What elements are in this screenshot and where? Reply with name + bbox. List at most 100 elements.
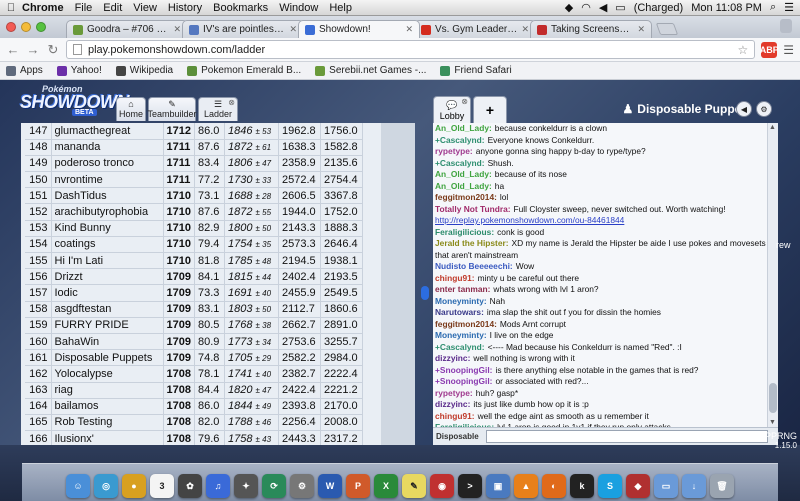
ladder-player-name[interactable]: asgdftestan bbox=[51, 301, 164, 318]
dock-system-prefs-icon[interactable]: ⚙ bbox=[290, 474, 314, 498]
chat-username[interactable]: Jerald the Hipster: bbox=[435, 238, 509, 248]
panel-resize-handle[interactable] bbox=[421, 286, 429, 300]
dock-powerpoint-icon[interactable]: P bbox=[346, 474, 370, 498]
tab-lobby[interactable]: 💬 Lobby ⊗ bbox=[433, 96, 471, 123]
tab-home[interactable]: ⌂ Home bbox=[116, 97, 146, 121]
chat-username[interactable]: Feraligilicious: bbox=[435, 227, 494, 237]
ladder-player-name[interactable]: nvrontime bbox=[51, 171, 164, 189]
spotlight-icon[interactable]: ⌕ bbox=[770, 1, 776, 14]
dock-time-machine-icon[interactable]: ⟳ bbox=[262, 474, 286, 498]
chat-username[interactable]: rypetype: bbox=[435, 146, 473, 156]
close-tab-icon[interactable]: ⊗ bbox=[228, 98, 235, 107]
ladder-player-name[interactable]: Rob Testing bbox=[51, 414, 164, 432]
bookmark-apps[interactable]: Apps bbox=[6, 65, 43, 76]
bookmark-yahoo[interactable]: Yahoo! bbox=[56, 65, 102, 76]
wifi-icon[interactable]: ◠ bbox=[581, 1, 591, 14]
ladder-player-name[interactable]: DashTidus bbox=[51, 187, 164, 205]
ladder-panel[interactable]: 147 glumacthegreat 1712 86.0 1846 ± 53 1962.8… bbox=[21, 123, 415, 445]
bookmark-wikipedia[interactable]: Wikipedia bbox=[115, 65, 173, 76]
menu-help[interactable]: Help bbox=[329, 2, 352, 14]
back-arrow-icon[interactable]: ← bbox=[6, 42, 20, 57]
dock-skype-icon[interactable]: S bbox=[598, 474, 622, 498]
notification-center-icon[interactable]: ☰ bbox=[784, 1, 794, 14]
browser-tab-gym-leader[interactable]: Vs. Gym Leader (Johto) ✕ bbox=[414, 20, 536, 38]
ladder-player-name[interactable]: Hi I'm Lati bbox=[51, 252, 164, 270]
chat-username[interactable]: rypetype: bbox=[435, 388, 473, 398]
menu-edit[interactable]: Edit bbox=[103, 2, 122, 14]
chat-scrollbar[interactable]: ▲ ▼ bbox=[767, 123, 778, 427]
dock-firefox-icon[interactable]: ◐ bbox=[542, 474, 566, 498]
profile-icon[interactable] bbox=[780, 19, 792, 33]
chat-username[interactable]: +SnoopingGil: bbox=[435, 376, 492, 386]
chat-log[interactable]: An_Old_Lady: because conkeldurr is a clow… bbox=[433, 123, 778, 427]
chat-username[interactable]: +Cascalynd: bbox=[435, 158, 485, 168]
tab-teambuilder[interactable]: ✎ Teambuilder bbox=[147, 97, 197, 121]
close-tab-icon[interactable]: ✕ bbox=[289, 24, 297, 35]
scroll-up-arrow-icon[interactable]: ▲ bbox=[769, 124, 776, 131]
dock-chrome-icon[interactable]: ● bbox=[122, 474, 146, 498]
chat-username[interactable]: Moneyminty: bbox=[435, 296, 487, 306]
dropbox-icon[interactable]: ◆ bbox=[565, 1, 573, 14]
add-room-button[interactable]: + bbox=[473, 96, 507, 123]
dock-photo-booth-icon[interactable]: ◉ bbox=[430, 474, 454, 498]
menu-file[interactable]: File bbox=[75, 2, 93, 14]
ladder-player-name[interactable]: Yolocalypse bbox=[51, 365, 164, 383]
forward-arrow-icon[interactable]: → bbox=[26, 42, 40, 57]
ladder-player-name[interactable]: Iodic bbox=[51, 284, 164, 302]
chat-username[interactable]: An_Old_Lady: bbox=[435, 181, 492, 191]
close-tab-icon[interactable]: ✕ bbox=[405, 24, 413, 35]
user-name-button[interactable]: ♟ Disposable Puppets bbox=[623, 102, 752, 116]
dock-itunes-icon[interactable]: ♫ bbox=[206, 474, 230, 498]
chat-username[interactable]: +Cascalynd: bbox=[435, 342, 485, 352]
ladder-player-name[interactable]: riag bbox=[51, 382, 164, 399]
ladder-player-name[interactable]: poderoso tronco bbox=[51, 155, 164, 173]
scrollbar-thumb[interactable] bbox=[769, 383, 777, 413]
chat-username[interactable]: Narutowars: bbox=[435, 307, 484, 317]
battery-icon[interactable]: ▭ bbox=[615, 1, 625, 14]
chat-username[interactable]: An_Old_Lady: bbox=[435, 169, 492, 179]
browser-tab-goodra[interactable]: Goodra – #706 – Serebii.n ✕ bbox=[66, 20, 188, 38]
bookmark-pokemon-emerald[interactable]: Pokemon Emerald B... bbox=[187, 65, 301, 76]
chat-username[interactable]: dizzyinc: bbox=[435, 399, 470, 409]
chat-username[interactable]: feggitmon2014: bbox=[435, 319, 497, 329]
chat-username[interactable]: enter tanman: bbox=[435, 284, 490, 294]
dock-preview-icon[interactable]: ▣ bbox=[486, 474, 510, 498]
dock-trash-icon[interactable]: 🗑 bbox=[710, 474, 734, 498]
dock-calendar-icon[interactable]: 3 bbox=[150, 474, 174, 498]
options-button[interactable]: ⚙ bbox=[756, 101, 772, 117]
chat-username[interactable]: An_Old_Lady: bbox=[435, 123, 492, 133]
scroll-down-arrow-icon[interactable]: ▼ bbox=[769, 419, 776, 426]
zoom-window-icon[interactable] bbox=[36, 22, 46, 32]
chat-message-input[interactable] bbox=[486, 430, 768, 443]
dock-excel-icon[interactable]: X bbox=[374, 474, 398, 498]
menu-window[interactable]: Window bbox=[279, 2, 318, 14]
menu-bookmarks[interactable]: Bookmarks bbox=[213, 2, 268, 14]
ladder-player-name[interactable]: coatings bbox=[51, 236, 164, 254]
dock-photos-icon[interactable]: ✿ bbox=[178, 474, 202, 498]
new-tab-button[interactable] bbox=[655, 23, 679, 35]
menu-app-name[interactable]: Chrome bbox=[22, 2, 64, 14]
close-tab-icon[interactable]: ✕ bbox=[637, 24, 645, 35]
ladder-player-name[interactable]: arachibutyrophobia bbox=[51, 203, 164, 221]
browser-tab-ivs[interactable]: IV's are pointless! - Pokem ✕ bbox=[182, 20, 304, 38]
chat-username[interactable]: Nudisto Beeeeechi: bbox=[435, 261, 513, 271]
bookmark-star-icon[interactable]: ☆ bbox=[737, 43, 748, 57]
chat-username[interactable]: chingu91: bbox=[435, 273, 475, 283]
ladder-player-name[interactable]: Ilusionx' bbox=[51, 430, 164, 445]
ladder-player-name[interactable]: Drizzt bbox=[51, 268, 164, 286]
replay-link[interactable]: http://replay.pokemonshowdown.com/ou-844… bbox=[435, 215, 624, 225]
ladder-player-name[interactable]: bailamos bbox=[51, 398, 164, 415]
close-tab-icon[interactable]: ⊗ bbox=[461, 97, 468, 106]
ladder-player-name[interactable]: Kind Bunny bbox=[51, 220, 164, 237]
dock-notes-icon[interactable]: ✎ bbox=[402, 474, 426, 498]
ladder-player-name[interactable]: Disposable Puppets bbox=[51, 349, 164, 367]
chat-username[interactable]: feggitmon2014: bbox=[435, 192, 497, 202]
dock-app-icon[interactable]: ◆ bbox=[626, 474, 650, 498]
volume-icon[interactable]: ◀ bbox=[599, 1, 607, 14]
showdown-logo[interactable]: Pokémon SHOWDOWN BETA bbox=[20, 84, 129, 118]
pprng-app-label[interactable]: PPRNG 1.15.0 bbox=[757, 431, 797, 450]
dock-launchpad-icon[interactable]: ✦ bbox=[234, 474, 258, 498]
menubar-clock[interactable]: Mon 11:08 PM bbox=[691, 2, 762, 14]
reload-icon[interactable]: ↻ bbox=[46, 42, 60, 58]
chat-username[interactable]: chingu91: bbox=[435, 411, 475, 421]
